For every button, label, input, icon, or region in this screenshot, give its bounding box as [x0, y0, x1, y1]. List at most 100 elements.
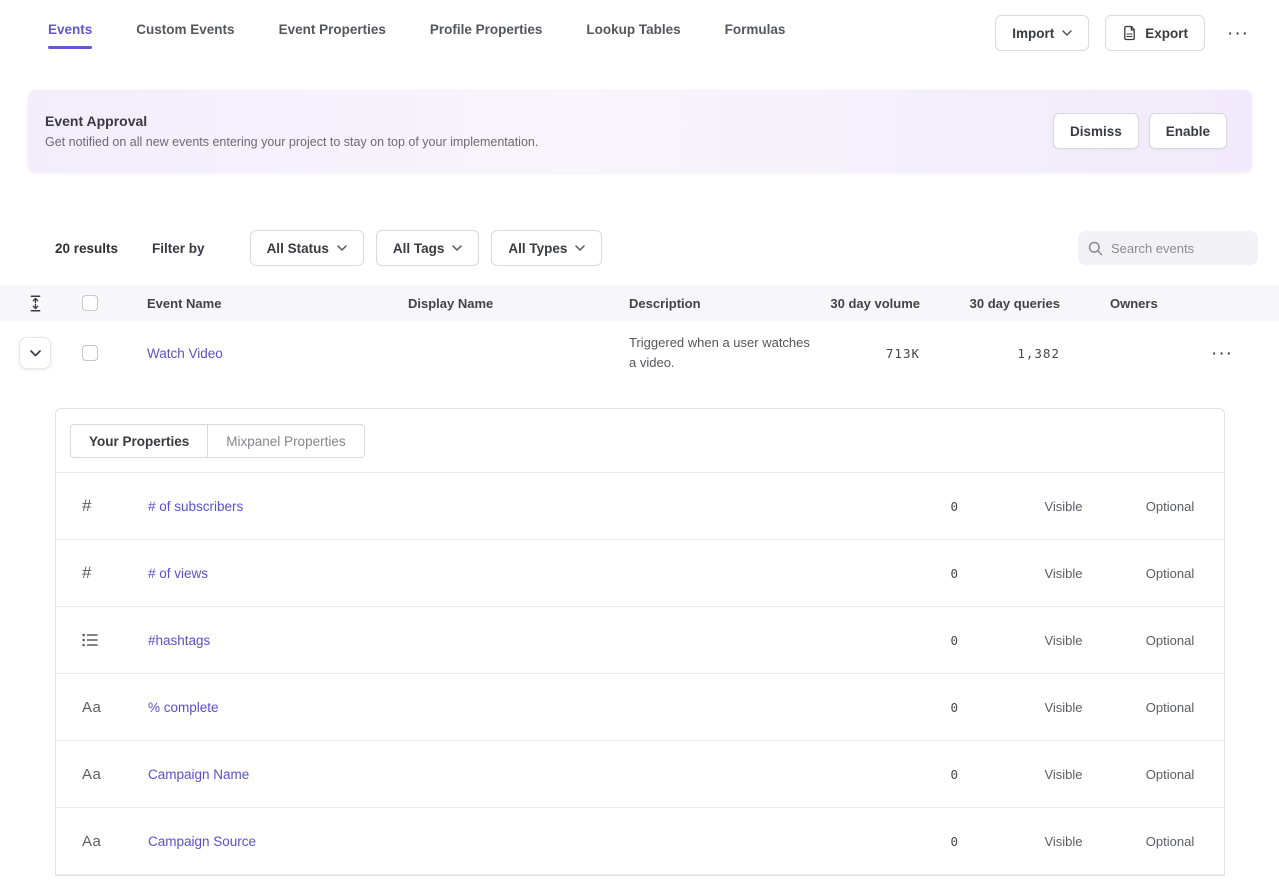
- header-30-day-volume[interactable]: 30 day volume: [820, 296, 920, 311]
- property-name-link[interactable]: #hashtags: [148, 633, 210, 648]
- property-type-cell: Aa: [56, 766, 148, 783]
- property-type-cell: Aa: [56, 699, 148, 716]
- property-value: 0: [874, 566, 959, 581]
- property-requirement: Optional: [1116, 700, 1224, 715]
- header-description[interactable]: Description: [629, 296, 820, 311]
- tab-events[interactable]: Events: [48, 17, 92, 50]
- property-type-cell: Aa: [56, 833, 148, 850]
- event-volume: 713K: [820, 346, 920, 361]
- header-display-name[interactable]: Display Name: [408, 296, 629, 311]
- property-requirement: Optional: [1116, 633, 1224, 648]
- event-description-cell: Triggered when a user watches a video.: [629, 333, 820, 373]
- list-type-icon: [82, 633, 98, 647]
- properties-tab-group: Your Properties Mixpanel Properties: [56, 409, 1224, 473]
- property-name-cell: # of views: [148, 566, 874, 581]
- property-visibility: Visible: [1011, 633, 1116, 648]
- events-table-header: Event Name Display Name Description 30 d…: [0, 285, 1279, 321]
- results-count: 20 results: [55, 241, 118, 256]
- chevron-down-icon: [30, 350, 41, 357]
- tab-custom-events-label: Custom Events: [136, 17, 234, 37]
- export-button[interactable]: Export: [1105, 15, 1205, 51]
- property-name-cell: # of subscribers: [148, 499, 874, 514]
- property-visibility: Visible: [1011, 834, 1116, 849]
- nav-actions: Import Export ···: [995, 15, 1255, 51]
- text-type-icon: Aa: [82, 833, 101, 850]
- collapse-all-icon: [29, 295, 42, 312]
- property-name-cell: Campaign Name: [148, 767, 874, 782]
- tab-profile-properties[interactable]: Profile Properties: [430, 17, 543, 50]
- property-type-cell: [56, 633, 148, 647]
- property-name-link[interactable]: Campaign Source: [148, 834, 256, 849]
- number-type-icon: #: [82, 563, 91, 583]
- property-value: 0: [874, 633, 959, 648]
- property-name-cell: % complete: [148, 700, 874, 715]
- filter-dropdowns: All Status All Tags All Types: [250, 230, 603, 266]
- tags-filter-dropdown[interactable]: All Tags: [376, 230, 480, 266]
- chevron-down-icon: [1062, 30, 1072, 36]
- tab-formulas-label: Formulas: [725, 17, 786, 37]
- header-event-name[interactable]: Event Name: [147, 296, 408, 311]
- event-name-cell: Watch Video: [147, 346, 408, 361]
- tab-event-properties-label: Event Properties: [279, 17, 386, 37]
- property-requirement: Optional: [1116, 767, 1224, 782]
- import-button-label: Import: [1012, 26, 1054, 41]
- banner-description: Get notified on all new events entering …: [45, 135, 538, 149]
- row-more-options-button[interactable]: ···: [1205, 335, 1239, 371]
- property-type-cell: #: [56, 563, 148, 583]
- property-name-link[interactable]: % complete: [148, 700, 219, 715]
- collapse-all-cell[interactable]: [0, 295, 70, 312]
- tab-custom-events[interactable]: Custom Events: [136, 17, 234, 50]
- tab-lookup-tables[interactable]: Lookup Tables: [586, 17, 680, 50]
- property-requirement: Optional: [1116, 499, 1224, 514]
- more-icon: ···: [1211, 344, 1233, 363]
- search-box: [1078, 231, 1258, 265]
- property-requirement: Optional: [1116, 566, 1224, 581]
- number-type-icon: #: [82, 496, 91, 516]
- types-filter-dropdown[interactable]: All Types: [491, 230, 602, 266]
- status-filter-label: All Status: [267, 241, 329, 256]
- event-name-link[interactable]: Watch Video: [147, 346, 223, 361]
- tab-lookup-tables-label: Lookup Tables: [586, 17, 680, 37]
- tags-filter-label: All Tags: [393, 241, 445, 256]
- tab-formulas[interactable]: Formulas: [725, 17, 786, 50]
- list-item: Aa % complete 0 Visible Optional: [56, 674, 1224, 741]
- tab-your-properties[interactable]: Your Properties: [70, 424, 208, 458]
- text-type-icon: Aa: [82, 766, 101, 783]
- enable-button[interactable]: Enable: [1149, 113, 1227, 149]
- more-options-button[interactable]: ···: [1221, 15, 1255, 51]
- filter-row: 20 results Filter by All Status All Tags…: [0, 230, 1279, 266]
- dismiss-button[interactable]: Dismiss: [1053, 113, 1139, 149]
- row-checkbox[interactable]: [82, 345, 98, 361]
- select-all-checkbox[interactable]: [82, 295, 98, 311]
- event-approval-banner: Event Approval Get notified on all new e…: [28, 90, 1252, 172]
- header-owners[interactable]: Owners: [1060, 296, 1205, 311]
- filter-by-label: Filter by: [152, 241, 205, 256]
- search-input[interactable]: [1111, 241, 1248, 256]
- chevron-down-icon: [575, 245, 585, 251]
- property-name-link[interactable]: # of views: [148, 566, 208, 581]
- tab-mixpanel-properties[interactable]: Mixpanel Properties: [208, 424, 364, 458]
- property-requirement: Optional: [1116, 834, 1224, 849]
- chevron-down-icon: [452, 245, 462, 251]
- export-icon: [1122, 25, 1137, 41]
- nav-tabs: Events Custom Events Event Properties Pr…: [48, 17, 785, 50]
- property-value: 0: [874, 834, 959, 849]
- header-30-day-queries[interactable]: 30 day queries: [920, 296, 1060, 311]
- row-select-cell: [70, 345, 147, 361]
- property-name-link[interactable]: # of subscribers: [148, 499, 243, 514]
- top-nav: Events Custom Events Event Properties Pr…: [0, 0, 1279, 66]
- tab-events-label: Events: [48, 17, 92, 37]
- event-queries: 1,382: [920, 346, 1060, 361]
- text-type-icon: Aa: [82, 699, 101, 716]
- banner-text: Event Approval Get notified on all new e…: [45, 113, 538, 149]
- event-actions-cell: ···: [1205, 335, 1279, 371]
- tab-event-properties[interactable]: Event Properties: [279, 17, 386, 50]
- list-item: #hashtags 0 Visible Optional: [56, 607, 1224, 674]
- collapse-row-button[interactable]: [19, 337, 51, 369]
- property-value: 0: [874, 700, 959, 715]
- property-name-cell: #hashtags: [148, 633, 874, 648]
- status-filter-dropdown[interactable]: All Status: [250, 230, 364, 266]
- property-type-cell: #: [56, 496, 148, 516]
- property-name-link[interactable]: Campaign Name: [148, 767, 249, 782]
- import-button[interactable]: Import: [995, 15, 1089, 51]
